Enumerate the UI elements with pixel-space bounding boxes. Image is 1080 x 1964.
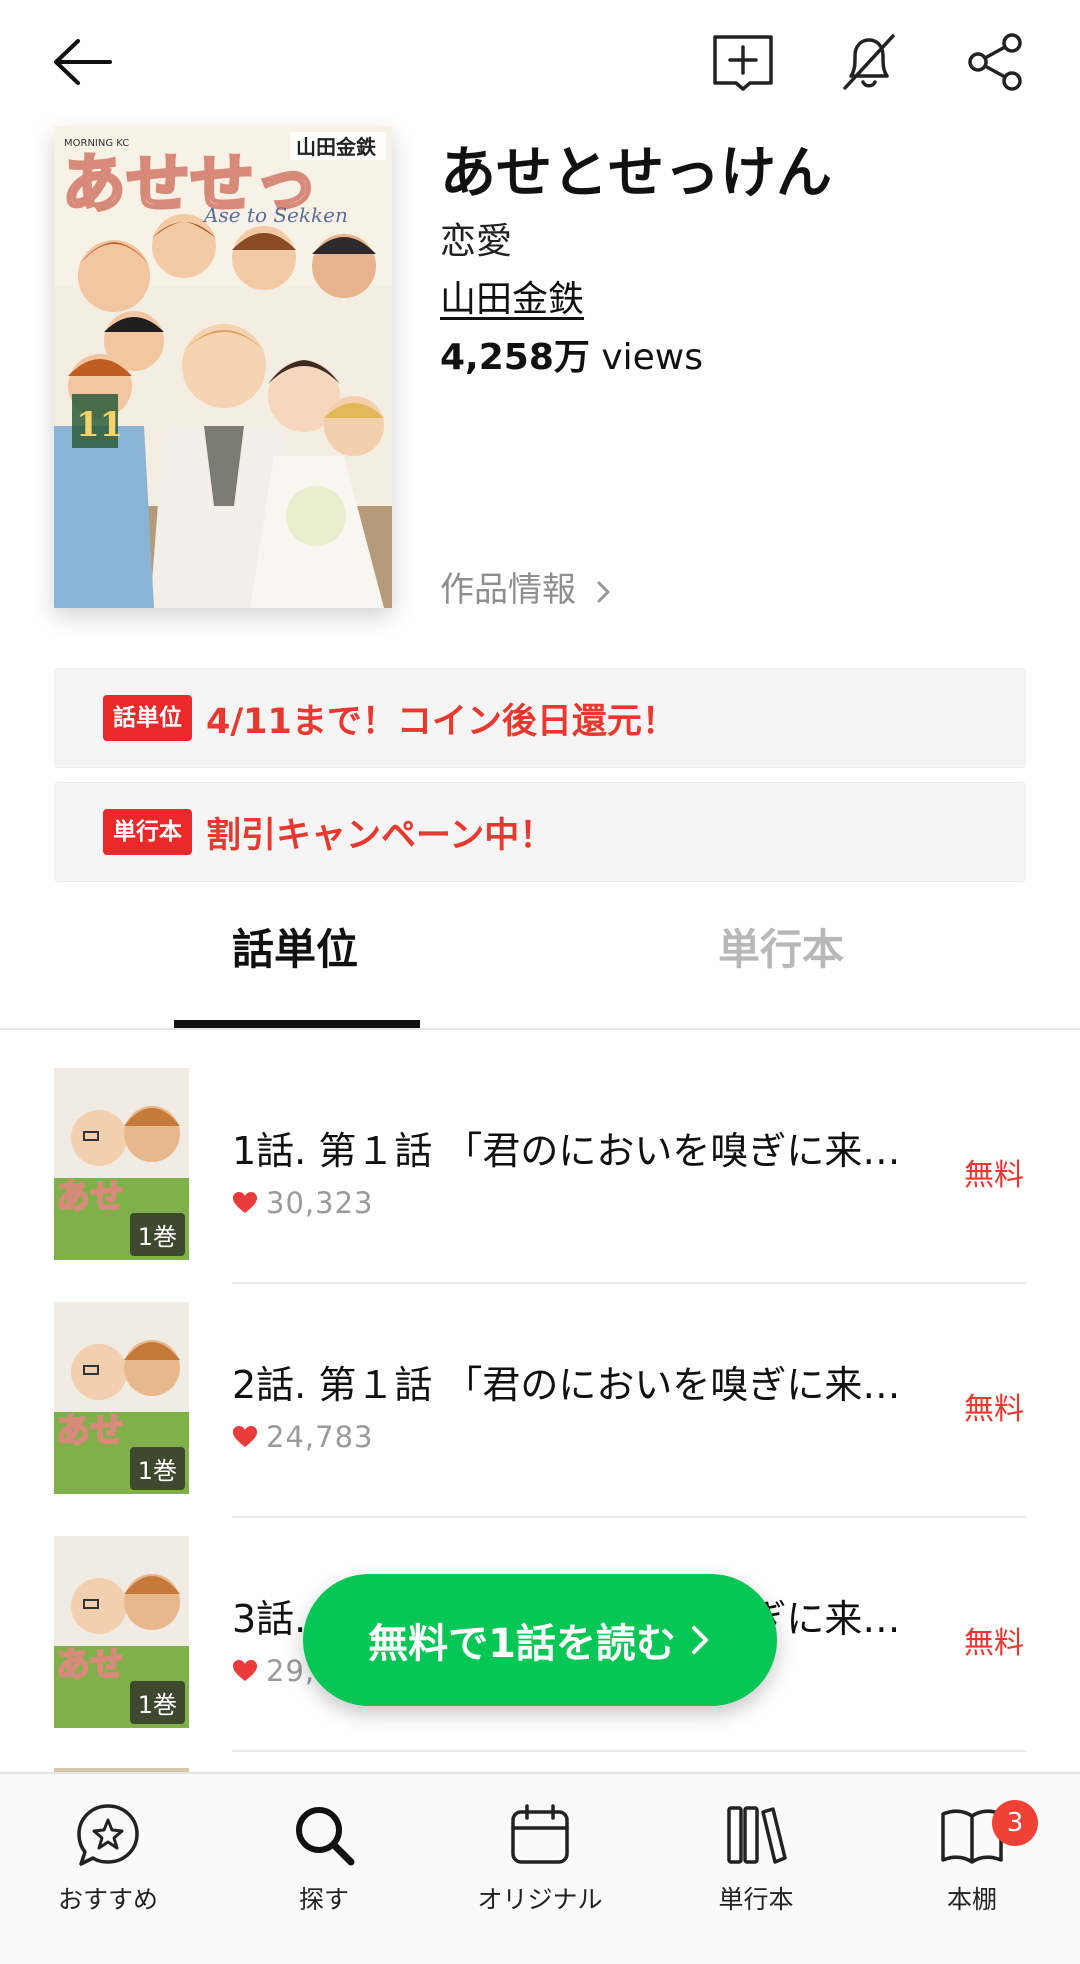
work-info-label: 作品情報 [440,570,576,610]
promo-badge: 話単位 [103,695,192,741]
work-info-link[interactable]: 作品情報 [440,562,615,611]
likes-count: 24,783 [266,1420,374,1454]
volume-tag: 1巻 [129,1213,185,1256]
row-divider [232,1750,1026,1752]
calendar-icon [511,1804,569,1864]
search-icon [296,1807,355,1866]
genre-label: 恋愛 [440,221,513,262]
tab-episodes[interactable]: 話単位 [232,916,358,977]
notification-toggle-button[interactable] [829,22,909,102]
nav-label: おすすめ [57,1885,158,1914]
nav-search[interactable]: 探す [216,1802,432,1916]
cover-image: MORNING KC 山田金鉄 あせせっ Ase to Sekken 11 [54,126,392,608]
promo-banner-episode[interactable]: 話単位 4/11まで！コイン後日還元！ [54,668,1026,768]
chevron-right-icon [691,1626,708,1654]
share-button[interactable] [955,22,1035,102]
nav-label: 探す [298,1885,349,1914]
heart-icon [233,1426,257,1447]
active-tab-indicator [174,1020,420,1028]
episode-row[interactable]: あせ 1巻 2話. 第１話 「君のにおいを嗅ぎに来… 24,783 無料 [0,1302,1080,1536]
volume-tag: 1巻 [129,1447,185,1490]
nav-label: 本棚 [946,1885,997,1914]
chevron-right-icon [597,581,610,602]
svg-text:11: 11 [76,405,123,445]
episode-likes: 24,783 [232,1420,373,1454]
svg-text:あせ: あせ [56,1177,124,1217]
episode-likes: 29, [232,1654,315,1688]
episode-title: 2話. 第１話 「君のにおいを嗅ぎに来… [232,1363,901,1407]
bottom-navigation: おすすめ 探す オリジナル 単行本 3 本棚 [0,1772,1080,1964]
book-plus-icon [713,35,773,91]
promo-badge: 単行本 [103,809,192,855]
tab-divider [0,1028,1080,1030]
books-icon [727,1806,787,1864]
heart-icon [233,1192,257,1213]
tab-volumes[interactable]: 単行本 [718,916,844,977]
row-divider [232,1282,1026,1284]
views-unit: views [601,337,703,378]
svg-text:Ase to Sekken: Ase to Sekken [202,203,348,227]
volume-tag: 1巻 [129,1681,185,1724]
nav-bookshelf[interactable]: 3 本棚 [864,1800,1080,1916]
episode-likes: 30,323 [232,1186,373,1220]
episode-title: 1話. 第１話 「君のにおいを嗅ぎに来… [232,1129,901,1173]
episode-thumbnail: あせ 1巻 [54,1068,189,1260]
back-button[interactable] [42,22,122,102]
likes-count: 30,323 [266,1186,374,1220]
promo-text: 割引キャンペーン中！ [206,815,555,856]
episode-price: 無料 [964,1158,1024,1193]
star-bubble-icon [77,1804,139,1866]
promo-text: 4/11まで！コイン後日還元！ [206,701,677,742]
episode-thumbnail: あせ 1巻 [54,1536,189,1728]
views-count: 4,258万 views [440,328,703,380]
comic-title: あせとせっけん [440,141,832,206]
svg-text:あせ: あせ [56,1645,124,1685]
nav-recommended[interactable]: おすすめ [0,1802,216,1916]
views-number: 4,258万 [440,337,590,378]
share-icon [968,33,1022,91]
heart-icon [233,1660,257,1681]
nav-label: オリジナル [477,1885,603,1914]
nav-label: 単行本 [718,1885,794,1914]
notification-badge: 3 [992,1800,1038,1846]
nav-volumes[interactable]: 単行本 [648,1802,864,1916]
promo-banner-volume[interactable]: 単行本 割引キャンペーン中！ [54,782,1026,882]
add-to-shelf-button[interactable] [703,22,783,102]
episode-price: 無料 [964,1392,1024,1427]
episode-price: 無料 [964,1626,1024,1661]
cta-label: 無料で1話を読む [368,1621,676,1667]
episode-thumbnail: あせ 1巻 [54,1302,189,1494]
read-free-episode-button[interactable]: 無料で1話を読む [303,1574,777,1706]
nav-original[interactable]: オリジナル [432,1802,648,1916]
row-divider [232,1516,1026,1518]
svg-text:あせ: あせ [56,1411,124,1451]
episode-row[interactable]: あせ 1巻 1話. 第１話 「君のにおいを嗅ぎに来… 30,323 無料 [0,1068,1080,1302]
back-arrow-icon [54,39,112,85]
author-link[interactable]: 山田金鉄 [440,270,584,322]
bell-off-icon [843,34,895,90]
